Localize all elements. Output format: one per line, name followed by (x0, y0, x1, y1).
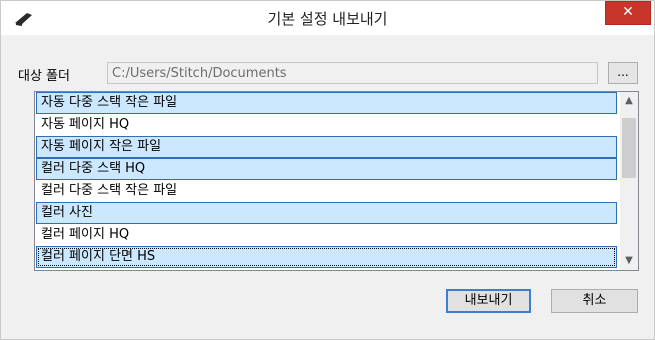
list-item[interactable]: 컬러 다중 스택 HQ (36, 158, 617, 180)
close-button[interactable]: ✕ (605, 1, 651, 25)
vertical-scrollbar[interactable]: ▲ ▼ (620, 92, 638, 270)
list-item[interactable]: 자동 페이지 HQ (36, 114, 617, 136)
list-item[interactable]: 자동 다중 스택 작은 파일 (36, 92, 617, 114)
list-item[interactable]: 컬러 사진 (36, 202, 617, 224)
scroll-down-arrow-icon[interactable]: ▼ (620, 252, 638, 270)
export-button[interactable]: 내보내기 (446, 289, 531, 313)
settings-list: 자동 다중 스택 작은 파일 자동 페이지 HQ 자동 페이지 작은 파일 컬러… (35, 92, 618, 268)
list-item[interactable]: 컬러 다중 스택 작은 파일 (36, 180, 617, 202)
export-preferences-dialog: 기본 설정 내보내기 ✕ 대상 폴더 C:/Users/Stitch/Docum… (0, 0, 655, 340)
scroll-up-arrow-icon[interactable]: ▲ (620, 92, 638, 110)
browse-button[interactable]: ... (608, 62, 638, 84)
list-item[interactable]: 컬러 페이지 HQ (36, 224, 617, 246)
title-bar: 기본 설정 내보내기 ✕ (1, 1, 654, 35)
destination-folder-field[interactable]: C:/Users/Stitch/Documents (107, 62, 598, 84)
cancel-button[interactable]: 취소 (551, 289, 638, 313)
dialog-title: 기본 설정 내보내기 (267, 10, 388, 28)
list-item[interactable]: 자동 페이지 작은 파일 (36, 136, 617, 158)
destination-folder-label: 대상 폴더 (18, 69, 70, 84)
settings-listbox[interactable]: 자동 다중 스택 작은 파일 자동 페이지 HQ 자동 페이지 작은 파일 컬러… (34, 91, 639, 271)
scroll-thumb[interactable] (622, 118, 636, 178)
list-item[interactable]: 컬러 페이지 단면 HS (36, 246, 617, 268)
